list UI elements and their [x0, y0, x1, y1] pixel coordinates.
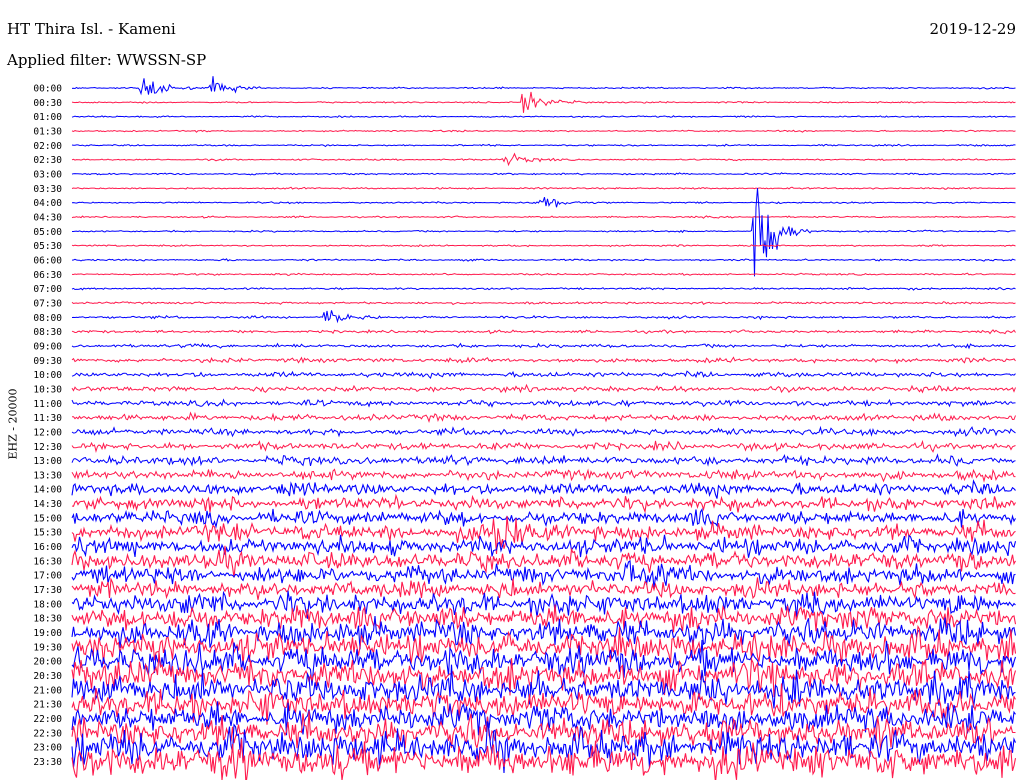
trace-0100	[71, 115, 1016, 119]
trace-0230	[71, 152, 1016, 167]
trace-1000	[71, 370, 1016, 380]
time-tick-label: 04:00	[33, 198, 62, 209]
time-tick-label: 09:30	[33, 356, 62, 367]
time-tick-label: 06:00	[33, 255, 62, 266]
trace-1600	[71, 534, 1017, 558]
trace-0300	[71, 172, 1016, 176]
time-tick-label: 10:00	[33, 370, 62, 381]
time-tick-label: 21:00	[33, 685, 62, 696]
trace-0900	[71, 342, 1016, 350]
time-tick-label: 07:00	[33, 284, 62, 295]
trace-0000	[71, 76, 1016, 96]
time-tick-label: 13:00	[33, 456, 62, 467]
trace-1030	[71, 383, 1016, 394]
trace-0130	[71, 129, 1016, 133]
trace-0700	[71, 287, 1016, 291]
trace-0200	[71, 143, 1016, 148]
time-tick-label: 05:00	[33, 227, 62, 238]
time-tick-label: 08:00	[33, 313, 62, 324]
trace-0430	[71, 215, 1016, 219]
trace-1500	[71, 507, 1016, 529]
time-tick-label: 23:30	[33, 757, 62, 768]
time-tick-label: 04:30	[33, 212, 62, 223]
time-tick-label: 01:30	[33, 126, 62, 137]
trace-1430	[71, 493, 1016, 514]
time-tick-label: 22:30	[33, 728, 62, 739]
time-tick-label: 05:30	[33, 241, 62, 252]
trace-0530	[71, 244, 1016, 248]
time-tick-label: 15:00	[33, 513, 62, 524]
time-tick-label: 12:30	[33, 442, 62, 453]
time-tick-label: 02:00	[33, 141, 62, 152]
trace-1130	[72, 411, 1016, 424]
trace-0600	[71, 258, 1016, 262]
time-tick-label: 15:30	[33, 528, 62, 539]
trace-1700	[71, 560, 1016, 588]
time-tick-label: 01:00	[33, 112, 62, 123]
time-tick-label: 00:00	[33, 84, 62, 95]
time-tick-label: 09:00	[33, 341, 62, 352]
time-tick-label: 14:00	[33, 485, 62, 496]
trace-0400	[71, 197, 1016, 208]
time-tick-label: 17:00	[33, 571, 62, 582]
time-tick-label: 13:30	[33, 470, 62, 481]
time-tick-label: 18:00	[33, 599, 62, 610]
trace-1330	[71, 468, 1016, 483]
time-tick-label: 00:30	[33, 98, 62, 109]
trace-1100	[71, 398, 1016, 408]
time-tick-label: 12:00	[33, 427, 62, 438]
time-tick-label: 11:30	[33, 413, 62, 424]
trace-1230	[71, 439, 1016, 453]
time-tick-label: 19:30	[33, 642, 62, 653]
time-tick-label: 06:30	[33, 270, 62, 281]
time-tick-label: 22:00	[33, 714, 62, 725]
trace-1200	[71, 425, 1016, 438]
helicorder-plot: 00:00 00:30 01:00 01:30 02:00 02:30 03:00 03:30…	[33, 76, 1017, 780]
time-tick-label: 02:30	[33, 155, 62, 166]
time-tick-label: 11:00	[33, 399, 62, 410]
trace-0030	[71, 91, 1016, 113]
trace-0330	[71, 186, 1016, 190]
time-tick-label: 19:00	[33, 628, 62, 639]
time-tick-label: 16:30	[33, 556, 62, 567]
time-tick-label: 20:00	[33, 657, 62, 668]
trace-2330	[71, 738, 1017, 780]
time-tick-label: 14:30	[33, 499, 62, 510]
tick-label-layer: 00:00 00:30 01:00 01:30 02:00 02:30 03:00 03:30…	[33, 84, 62, 769]
trace-layer	[71, 76, 1017, 780]
trace-0500	[72, 188, 1016, 277]
trace-0730	[71, 301, 1016, 306]
trace-0800	[71, 310, 1016, 324]
time-tick-label: 03:30	[33, 184, 62, 195]
time-tick-label: 07:30	[33, 298, 62, 309]
time-tick-label: 21:30	[33, 700, 62, 711]
time-tick-label: 03:00	[33, 169, 62, 180]
trace-1400	[71, 479, 1016, 499]
time-tick-label: 18:30	[33, 614, 62, 625]
trace-0930	[71, 356, 1016, 365]
time-tick-label: 17:30	[33, 585, 62, 596]
time-tick-label: 23:00	[33, 743, 62, 754]
time-tick-label: 20:30	[33, 671, 62, 682]
trace-1300	[71, 453, 1016, 467]
time-tick-label: 08:30	[33, 327, 62, 338]
trace-0830	[71, 329, 1016, 335]
time-tick-label: 16:00	[33, 542, 62, 553]
trace-1800	[71, 590, 1016, 619]
trace-0630	[71, 272, 1016, 277]
time-tick-label: 10:30	[33, 384, 62, 395]
